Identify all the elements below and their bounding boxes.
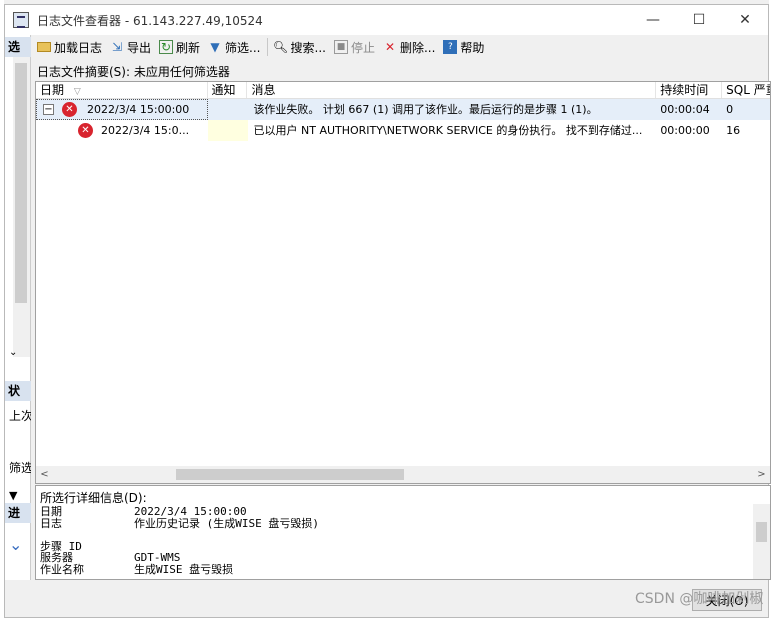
scroll-left-icon[interactable]: <	[36, 466, 53, 483]
details-label: 所选行详细信息(D):	[40, 491, 147, 505]
search-icon: 🔍︎	[272, 40, 289, 54]
message-cell: 该作业失败。 计划 667 (1) 调用了该作业。最后运行的是步骤 1 (1)。	[253, 103, 598, 116]
table-row[interactable]: − ✕ 2022/3/4 15:00:00 该作业失败。 计划 667 (1) …	[36, 99, 770, 120]
load-log-button[interactable]: 加载日志	[33, 36, 106, 58]
filter-funnel-icon: ▼	[9, 489, 18, 502]
pane-text-last: 上次	[9, 409, 31, 423]
duration-cell: 00:00:00	[660, 124, 710, 137]
delete-button[interactable]: ✕ 删除...	[379, 36, 439, 58]
notify-cell	[208, 99, 248, 120]
pane-header-status: 状	[5, 381, 31, 401]
help-button[interactable]: ? 帮助	[439, 36, 488, 58]
column-header-date[interactable]: 日期 ▽	[36, 82, 208, 98]
search-button[interactable]: 🔍︎ 搜索...	[270, 36, 330, 58]
pane-scroll-thumb[interactable]	[15, 63, 27, 303]
collapse-toggle-icon[interactable]: −	[43, 104, 54, 115]
details-vertical-scrollbar[interactable]	[753, 504, 770, 579]
detail-line: 服务器 GDT-WMS	[40, 551, 181, 564]
pane-header-progress: 进	[5, 503, 31, 523]
column-header-message[interactable]: 消息	[247, 82, 657, 98]
pane-header-select: 选	[5, 37, 31, 57]
refresh-button[interactable]: ↻ 刷新	[155, 36, 204, 58]
window-title: 日志文件查看器 - 61.143.227.49,10524	[37, 13, 263, 28]
log-summary: 日志文件摘要(S): 未应用任何筛选器	[37, 65, 230, 79]
pane-text-filter: 筛选	[9, 461, 31, 475]
minimize-button[interactable]: —	[630, 5, 676, 35]
scroll-right-icon[interactable]: >	[753, 466, 770, 483]
sort-arrow-icon: ▽	[73, 87, 81, 97]
date-cell: − ✕ 2022/3/4 15:00:00	[36, 99, 208, 120]
column-header-notify[interactable]: 通知	[208, 82, 248, 98]
chevron-down-icon[interactable]: ⌄	[9, 347, 31, 358]
detail-line: 日期 2022/3/4 15:00:00	[40, 505, 247, 518]
error-icon: ✕	[62, 102, 77, 117]
log-viewer-window: 日志文件查看器 - 61.143.227.49,10524 — ☐ ✕ 选 ⌄ …	[4, 4, 771, 618]
app-icon	[13, 12, 29, 28]
severity-cell: 0	[726, 103, 734, 116]
funnel-icon: ▼	[210, 40, 220, 54]
export-icon: ⇲	[111, 40, 123, 54]
log-grid[interactable]: 日期 ▽ 通知 消息 持续时间 SQL 严重 − ✕ 2022/3/4 15:0…	[35, 81, 771, 484]
message-cell: 已以用户 NT AUTHORITY\NETWORK SERVICE 的身份执行。…	[253, 124, 643, 137]
date-cell: ✕ 2022/3/4 15:0...	[36, 120, 208, 141]
export-button[interactable]: ⇲ 导出	[106, 36, 155, 58]
duration-cell: 00:00:04	[660, 103, 710, 116]
table-row[interactable]: ✕ 2022/3/4 15:0... 已以用户 NT AUTHORITY\NET…	[36, 120, 770, 141]
toolbar-separator	[266, 38, 268, 56]
close-window-button[interactable]: ✕	[722, 5, 768, 35]
expand-circle-icon[interactable]: ⌄	[9, 535, 31, 554]
title-bar: 日志文件查看器 - 61.143.227.49,10524 — ☐ ✕	[5, 5, 768, 35]
details-body[interactable]: 日期 2022/3/4 15:00:00 日志 作业历史记录 (生成WISE 盘亏毁…	[40, 506, 750, 575]
detail-line: 日志 作业历史记录 (生成WISE 盘亏毁损)	[40, 516, 319, 530]
horizontal-scroll-thumb[interactable]	[176, 469, 404, 480]
watermark: CSDN @咖啡加剁椒	[635, 591, 764, 607]
details-scroll-thumb[interactable]	[756, 522, 767, 542]
grid-header: 日期 ▽ 通知 消息 持续时间 SQL 严重	[36, 82, 770, 99]
horizontal-scrollbar[interactable]: < >	[36, 466, 770, 483]
filter-button[interactable]: ▼ 筛选...	[204, 36, 264, 58]
row-details-panel: 所选行详细信息(D): 日期 2022/3/4 15:00:00 日志 作业历史记录…	[35, 485, 771, 580]
refresh-icon: ↻	[159, 40, 174, 54]
column-header-duration[interactable]: 持续时间	[656, 82, 723, 98]
help-book-icon: ?	[443, 40, 458, 54]
delete-x-icon: ✕	[384, 40, 395, 54]
background-left-pane: 选 ⌄ 状 上次 筛选 ▼ 进 ⌄	[5, 35, 31, 580]
notify-cell	[207, 120, 248, 141]
severity-cell: 16	[726, 124, 741, 137]
stop-icon: ■	[333, 40, 348, 54]
maximize-button[interactable]: ☐	[676, 5, 722, 35]
detail-line	[40, 529, 750, 541]
detail-line: 作业名称 生成WISE 盘亏毁损	[40, 562, 234, 576]
stop-button[interactable]: ■ 停止	[330, 36, 379, 58]
toolbar: 加载日志 ⇲ 导出 ↻ 刷新 ▼ 筛选... 🔍︎ 搜索... ■ 停止 ✕ 删…	[33, 35, 768, 59]
error-icon: ✕	[78, 123, 93, 138]
folder-icon	[37, 42, 51, 52]
column-header-severity[interactable]: SQL 严重	[722, 82, 770, 98]
